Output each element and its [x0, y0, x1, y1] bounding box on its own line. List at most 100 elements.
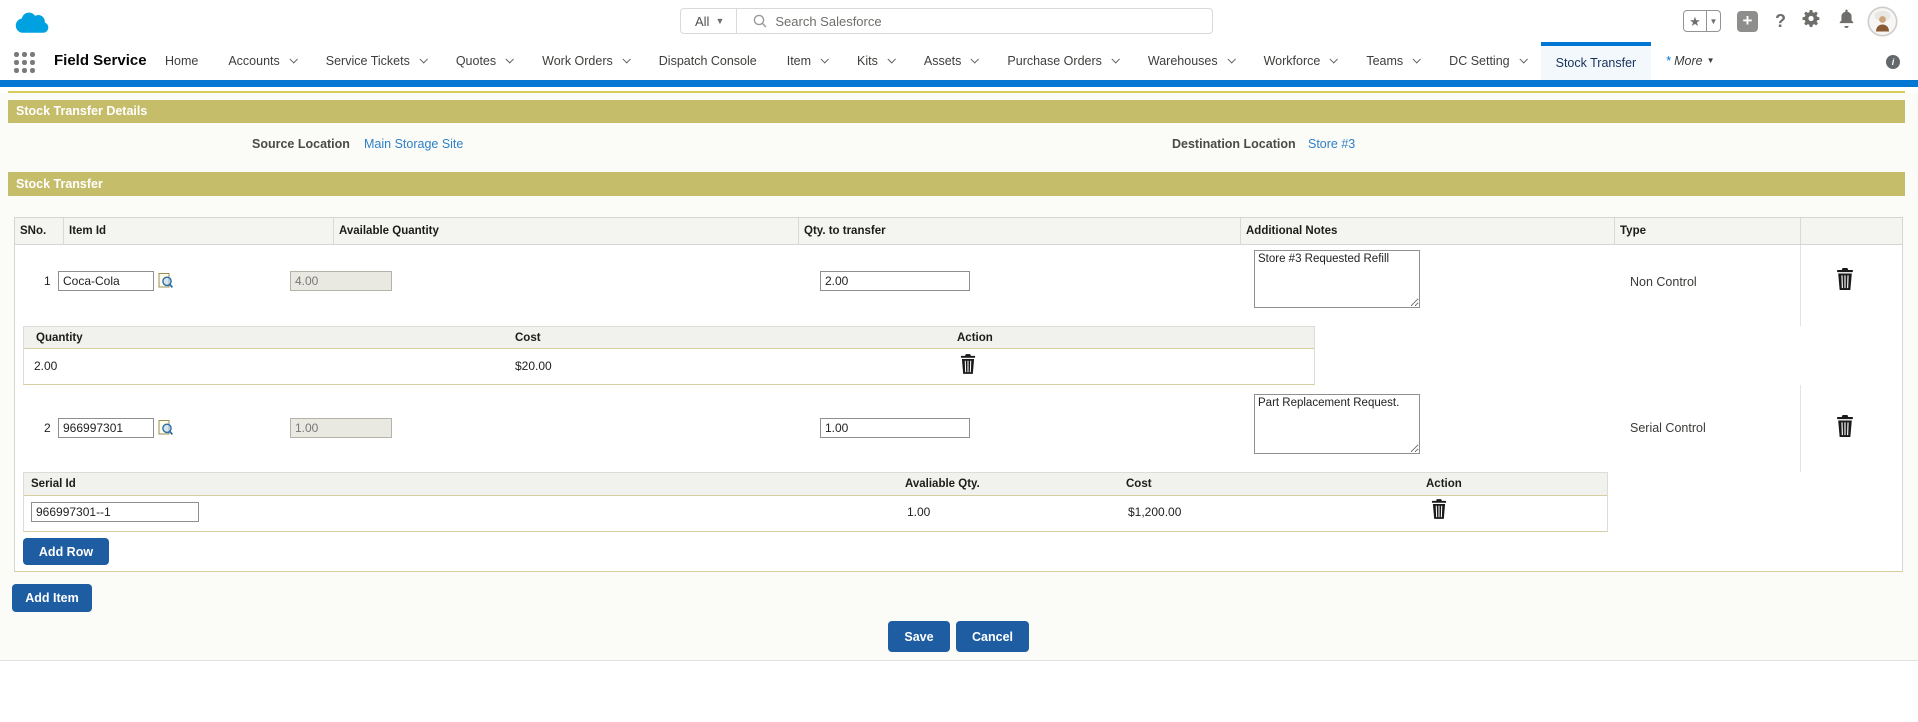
action-column-header: Action: [957, 332, 993, 344]
cancel-button[interactable]: Cancel: [956, 621, 1029, 652]
gear-icon: [1801, 8, 1822, 34]
notifications-button[interactable]: [1837, 8, 1856, 34]
star-icon[interactable]: ★: [1683, 10, 1707, 32]
quantity-subtable: Quantity Cost Action 2.00 $20.00: [23, 326, 1315, 385]
tab-workforce[interactable]: Workforce: [1249, 42, 1352, 80]
delete-serial-row-button[interactable]: [1431, 499, 1447, 519]
user-avatar[interactable]: [1867, 6, 1898, 37]
chevron-down-icon: [1111, 54, 1120, 64]
search-scope-label: All: [695, 13, 710, 29]
delete-item-row-button[interactable]: [1836, 268, 1854, 290]
tab-label: Home: [165, 54, 199, 68]
tab-label: Stock Transfer: [1555, 56, 1637, 70]
item-id-input[interactable]: [58, 271, 154, 291]
row-number: 2: [44, 421, 51, 435]
setup-button[interactable]: [1801, 8, 1822, 34]
column-header-notes: Additional Notes: [1241, 218, 1615, 244]
tab-quotes[interactable]: Quotes: [441, 42, 527, 80]
chevron-down-icon: [505, 54, 515, 64]
row-number: 1: [44, 274, 51, 288]
global-actions-button[interactable]: +: [1737, 10, 1758, 32]
tab-more[interactable]: * More ▼: [1651, 42, 1729, 80]
tab-dispatch-console[interactable]: Dispatch Console: [644, 42, 772, 80]
tab-dc-setting[interactable]: DC Setting: [1434, 42, 1540, 80]
plus-icon: +: [1742, 10, 1753, 30]
available-quantity-input: [290, 271, 392, 291]
chevron-down-icon: ▼: [1706, 56, 1715, 65]
tab-label: Item: [786, 54, 812, 68]
add-item-button[interactable]: Add Item: [12, 584, 92, 612]
column-header-sno: SNo.: [15, 218, 64, 244]
nav-tabs: Home Accounts Service Tickets Quotes Work Or…: [150, 42, 1730, 80]
qty-to-transfer-input[interactable]: [820, 418, 970, 438]
info-icon[interactable]: i: [1886, 55, 1900, 69]
favorites-caret-icon[interactable]: ▼: [1707, 10, 1721, 32]
chevron-down-icon: [419, 54, 428, 64]
tab-label: Kits: [857, 54, 878, 68]
tab-purchase-orders[interactable]: Purchase Orders: [992, 42, 1132, 80]
tab-item[interactable]: Item: [772, 42, 842, 80]
tab-kits[interactable]: Kits: [842, 42, 909, 80]
tab-warehouses[interactable]: Warehouses: [1133, 42, 1249, 80]
available-quantity-input: [290, 418, 392, 438]
tab-label: Service Tickets: [325, 54, 410, 68]
section-header-details: Stock Transfer Details: [8, 100, 1905, 123]
type-value: Serial Control: [1630, 421, 1706, 435]
tab-teams[interactable]: Teams: [1351, 42, 1434, 80]
tab-label: Teams: [1366, 54, 1404, 68]
search-icon: [753, 14, 767, 28]
lookup-icon[interactable]: [158, 419, 173, 436]
lookup-icon[interactable]: [158, 272, 173, 289]
delete-item-row-button[interactable]: [1836, 415, 1854, 437]
source-location-label: Source Location: [252, 137, 350, 151]
chevron-down-icon: [1227, 54, 1236, 64]
column-header-qty: Qty. to transfer: [799, 218, 1241, 244]
app-name: Field Service: [54, 52, 147, 69]
brand-bar: [0, 80, 1918, 87]
qty-to-transfer-input[interactable]: [820, 271, 970, 291]
app-launcher-button[interactable]: [14, 52, 35, 73]
add-row-button[interactable]: Add Row: [23, 538, 109, 565]
item-id-input[interactable]: [58, 418, 154, 438]
destination-location-link[interactable]: Store #3: [1308, 137, 1355, 151]
available-qty-column-header: Avaliable Qty.: [905, 478, 980, 490]
tab-service-tickets[interactable]: Service Tickets: [311, 42, 441, 80]
action-column-header: Action: [1426, 478, 1462, 490]
page: All ▼ ★ ▼ + ?: [0, 0, 1918, 722]
type-value: Non Control: [1630, 275, 1697, 289]
serial-available-qty-value: 1.00: [907, 505, 931, 519]
serial-subtable-header: Serial Id Avaliable Qty. Cost Action: [24, 473, 1607, 496]
tab-home[interactable]: Home: [150, 42, 213, 80]
source-location-link[interactable]: Main Storage Site: [364, 137, 463, 151]
additional-notes-textarea[interactable]: Part Replacement Request.: [1254, 394, 1420, 454]
chevron-down-icon: [1519, 54, 1528, 64]
serial-cost-value: $1,200.00: [1128, 505, 1182, 519]
search-input[interactable]: [775, 13, 1212, 29]
tab-accounts[interactable]: Accounts: [213, 42, 310, 80]
tab-label: More: [1674, 54, 1703, 68]
section-header-transfer: Stock Transfer: [8, 172, 1905, 196]
cost-value: $20.00: [515, 359, 552, 373]
tab-work-orders[interactable]: Work Orders: [527, 42, 644, 80]
tab-label: DC Setting: [1449, 54, 1510, 68]
column-header-item: Item Id: [64, 218, 334, 244]
caret-down-icon: ▼: [715, 16, 725, 26]
serial-subtable: Serial Id Avaliable Qty. Cost Action 1.0…: [23, 472, 1608, 532]
asterisk-icon: *: [1666, 54, 1672, 68]
tab-label: Quotes: [455, 54, 497, 68]
tab-assets[interactable]: Assets: [909, 42, 993, 80]
delete-quantity-row-button[interactable]: [960, 354, 976, 374]
tab-label: Warehouses: [1147, 54, 1218, 68]
destination-location-label: Destination Location: [1172, 137, 1296, 151]
save-button[interactable]: Save: [888, 621, 950, 652]
search-scope-selector[interactable]: All ▼: [681, 9, 738, 33]
cost-column-header: Cost: [515, 332, 541, 344]
cost-column-header: Cost: [1126, 478, 1152, 490]
help-button[interactable]: ?: [1775, 11, 1786, 32]
nav-bar: Field Service Home Accounts Service Ticket…: [0, 42, 1918, 80]
tab-stock-transfer[interactable]: Stock Transfer: [1540, 42, 1652, 80]
favorites-button[interactable]: ★ ▼: [1683, 10, 1721, 32]
additional-notes-textarea[interactable]: Store #3 Requested Refill: [1254, 250, 1420, 308]
tab-label: Dispatch Console: [658, 54, 757, 68]
serial-id-input[interactable]: [31, 502, 199, 522]
